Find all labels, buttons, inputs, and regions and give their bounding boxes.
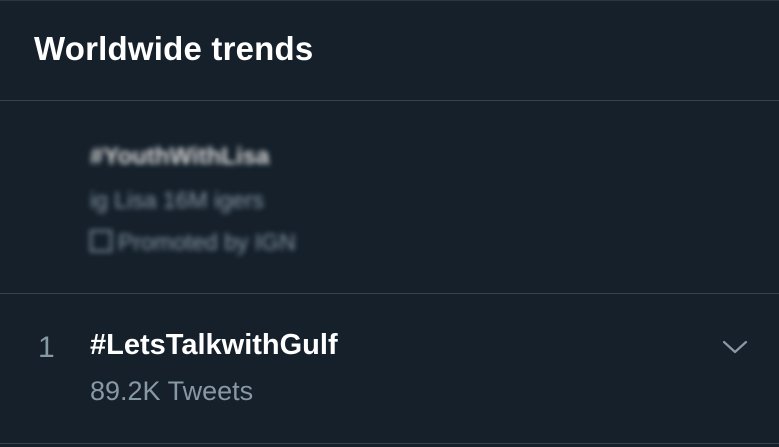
trends-header: Worldwide trends xyxy=(0,0,779,101)
promoted-trend-description: ig Lisa 16M igers xyxy=(90,187,264,213)
trends-panel: Worldwide trends #YouthWithLisa ig Lisa … xyxy=(0,0,779,447)
promoted-by-label: Promoted by IGN xyxy=(118,229,296,255)
promoted-icon xyxy=(90,230,112,252)
trend-name[interactable]: #LetsTalkwithGulf xyxy=(90,329,338,362)
promoted-trend[interactable]: #YouthWithLisa ig Lisa 16M igers Promote… xyxy=(0,101,779,294)
trend-item[interactable]: 1 #LetsTalkwithGulf 89.2K Tweets xyxy=(0,294,779,444)
trend-tweet-count: 89.2K Tweets xyxy=(90,376,254,406)
chevron-down-icon[interactable] xyxy=(718,330,752,364)
trend-rank: 1 xyxy=(38,331,55,364)
promoted-trend-name: #YouthWithLisa xyxy=(90,143,270,170)
promoted-by-line: Promoted by IGN xyxy=(90,229,296,256)
page-title: Worldwide trends xyxy=(34,30,314,67)
